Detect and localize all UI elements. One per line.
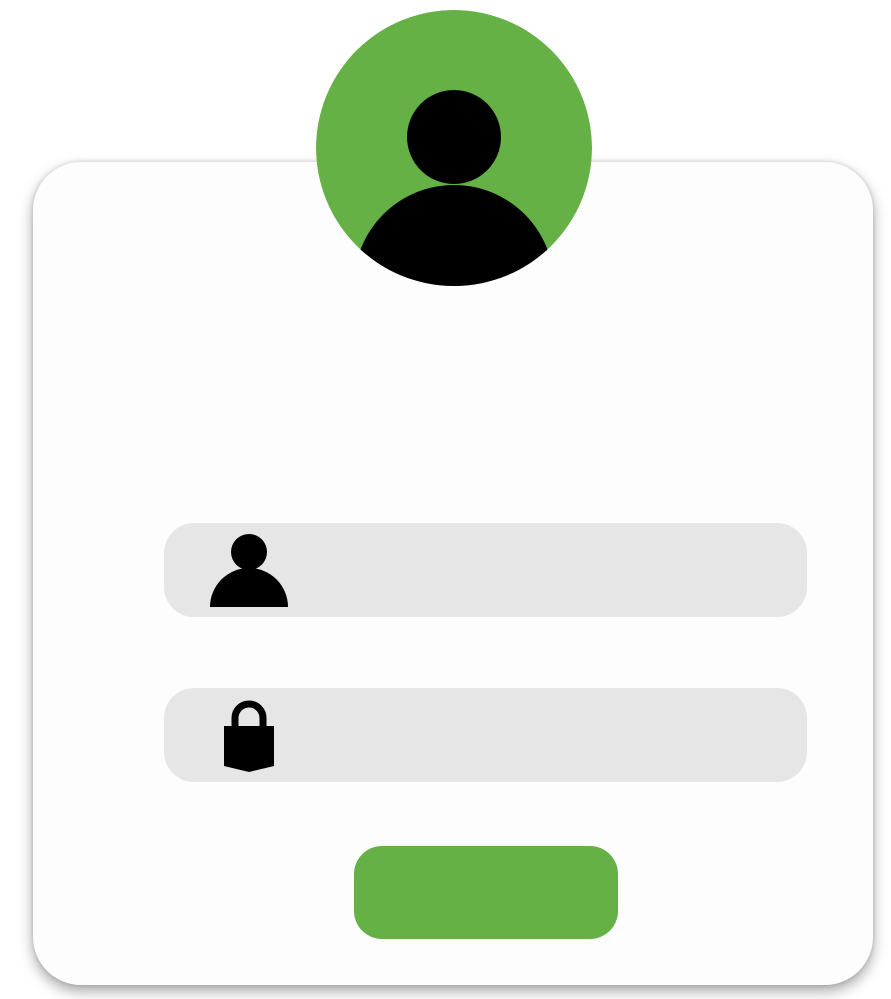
avatar <box>316 10 592 286</box>
login-button[interactable] <box>354 846 618 939</box>
login-screen <box>0 0 891 999</box>
password-field-container <box>164 688 807 782</box>
username-field-container <box>164 523 807 617</box>
user-silhouette-icon <box>316 10 592 286</box>
username-input[interactable] <box>304 523 784 617</box>
password-input[interactable] <box>304 688 784 782</box>
lock-icon <box>223 688 275 782</box>
user-icon <box>209 523 289 617</box>
